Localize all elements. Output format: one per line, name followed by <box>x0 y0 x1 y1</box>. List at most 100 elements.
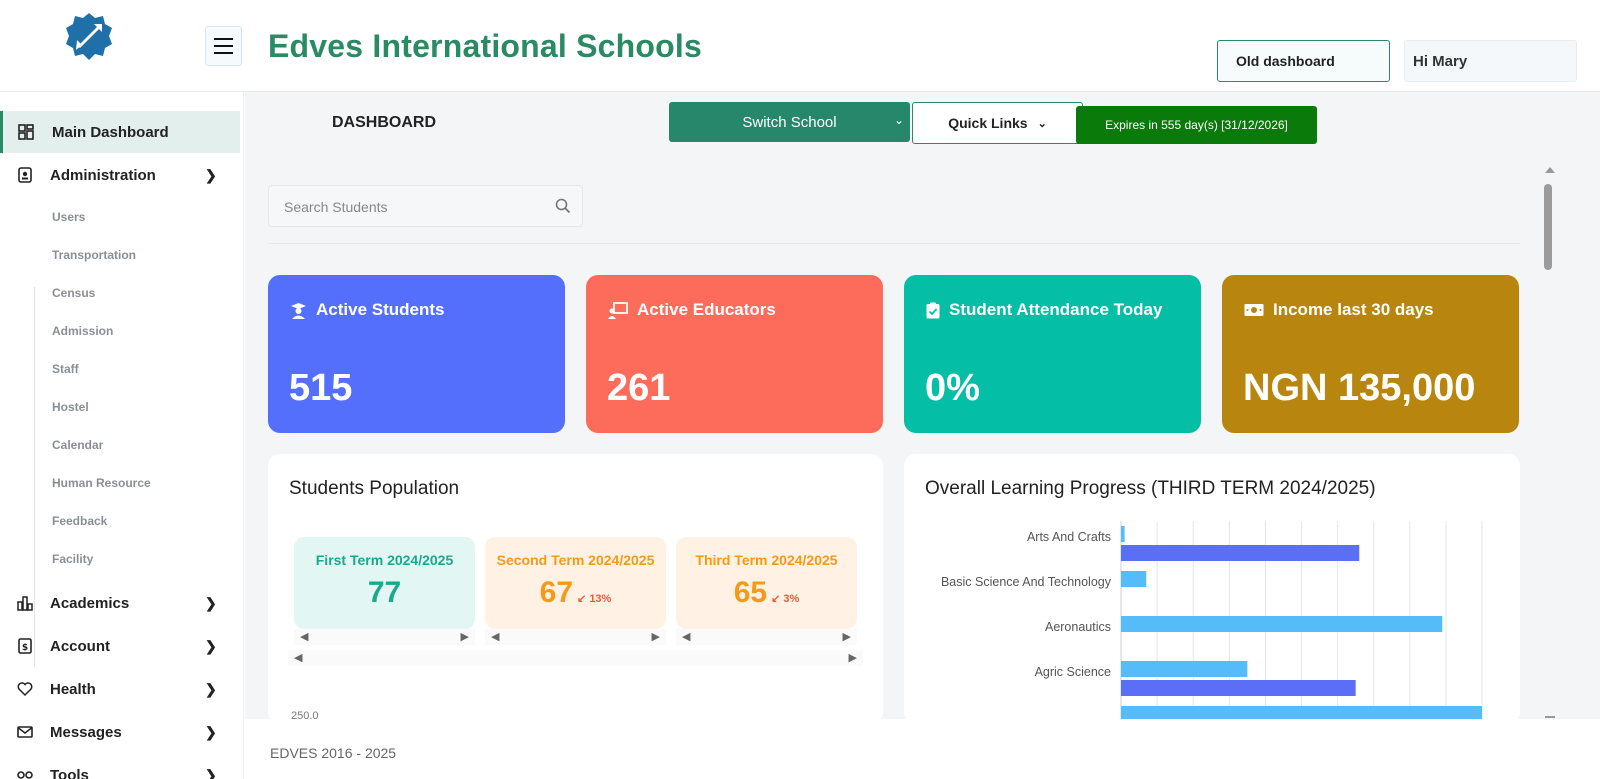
sidebar-subitem-staff[interactable]: Staff <box>52 362 79 376</box>
school-logo-icon[interactable] <box>64 12 114 64</box>
sidebar-item-label: Messages <box>50 723 122 741</box>
stat-label: Income last 30 days <box>1273 300 1434 319</box>
term-card-scrollbar[interactable]: ◀ ▶ <box>676 629 857 645</box>
sidebar-item-academics[interactable]: Academics ❯ <box>0 582 240 624</box>
chart-bar <box>1121 526 1125 542</box>
term-card-scrollbar[interactable]: ◀ ▶ <box>294 629 475 645</box>
stat-value: 0% <box>925 367 980 409</box>
scroll-thumb[interactable] <box>1544 184 1552 270</box>
chevron-right-icon: ❯ <box>205 637 217 654</box>
id-badge-icon <box>18 167 32 183</box>
educator-icon <box>608 301 628 319</box>
switch-school-select[interactable]: Switch School ⌄ <box>669 102 910 142</box>
student-icon <box>291 302 306 319</box>
chart-title: Overall Learning Progress (THIRD TERM 20… <box>925 478 1376 499</box>
footer-text: EDVES 2016 - 2025 <box>270 745 397 761</box>
chart-bar <box>1121 680 1356 696</box>
sidebar-subitem-hostel[interactable]: Hostel <box>52 400 89 414</box>
term-value: 77 <box>367 576 402 609</box>
sidebar-item-tools[interactable]: Tools ❯ <box>0 754 240 779</box>
money-icon <box>1244 304 1264 316</box>
app-title: Edves International Schools <box>268 28 702 64</box>
term-name: Third Term 2024/2025 <box>695 552 838 568</box>
bar-chart-icon <box>17 596 33 611</box>
chevron-right-icon: ❯ <box>205 680 217 697</box>
sidebar-item-label: Tools <box>50 766 89 779</box>
stat-card-active-students[interactable]: Active Students 515 <box>268 275 565 433</box>
sidebar-subitem-transportation[interactable]: Transportation <box>52 248 136 262</box>
dashboard-icon <box>18 124 34 140</box>
chevron-right-icon: ❯ <box>205 766 217 779</box>
chevron-down-icon: ⌄ <box>1037 117 1047 130</box>
stat-value: 261 <box>607 367 671 409</box>
quick-links-button[interactable]: Quick Links ⌄ <box>912 102 1083 144</box>
chevron-down-icon: ⌄ <box>893 113 904 127</box>
svg-text:$: $ <box>22 643 28 653</box>
stat-card-student-attendance[interactable]: Student Attendance Today 0% <box>904 275 1201 433</box>
chart-bar <box>1121 661 1248 677</box>
term-value: 65 ↙ 3% <box>733 576 800 609</box>
sidebar-subitem-human-resource[interactable]: Human Resource <box>52 476 151 490</box>
search-icon[interactable] <box>554 197 572 215</box>
term-card-scrollbar[interactable]: ◀ ▶ <box>485 629 666 645</box>
learning-progress-chart: Arts And Crafts Basic Science And Technol… <box>904 521 1504 721</box>
sidebar-item-health[interactable]: Health ❯ <box>0 668 240 710</box>
search-input[interactable]: Search Students <box>268 185 583 227</box>
content-scrollbar[interactable] <box>1542 165 1556 720</box>
sidebar-item-label: Main Dashboard <box>52 123 169 141</box>
learning-progress-chart-svg: Arts And Crafts Basic Science And Technol… <box>941 521 1483 721</box>
chart-category-label: Aeronautics <box>1045 620 1111 634</box>
sidebar: Main Dashboard Administration ❯ Users Tr… <box>0 92 244 779</box>
stat-card-active-educators[interactable]: Active Educators 261 <box>586 275 883 433</box>
term-card-first[interactable]: First Term 2024/2025 77 <box>294 537 475 629</box>
term-card-third[interactable]: Third Term 2024/2025 65 ↙ 3% <box>676 537 857 629</box>
sidebar-item-label: Academics <box>50 594 130 612</box>
stat-value: 515 <box>289 367 353 409</box>
stat-value: NGN 135,000 <box>1243 367 1476 409</box>
sidebar-subitem-feedback[interactable]: Feedback <box>52 514 107 528</box>
sidebar-item-label: Administration <box>50 166 156 184</box>
sidebar-subitem-users[interactable]: Users <box>52 210 85 224</box>
page-title: DASHBOARD <box>332 114 436 131</box>
clipboard-check-icon <box>926 302 940 318</box>
term-name: Second Term 2024/2025 <box>496 552 655 568</box>
top-bar: Edves International Schools Old dashboar… <box>0 0 1600 92</box>
term-row-scrollbar[interactable]: ◀ ▶ <box>288 650 863 666</box>
sidebar-item-label: Health <box>50 680 96 698</box>
divider <box>268 243 1520 244</box>
footer: EDVES 2016 - 2025 <box>245 719 1600 779</box>
subscription-expiry-badge[interactable]: Expires in 555 day(s) [31/12/2026] <box>1076 106 1317 144</box>
sidebar-subitem-facility[interactable]: Facility <box>52 552 93 566</box>
sidebar-subitem-calendar[interactable]: Calendar <box>52 438 103 452</box>
tools-icon <box>17 771 33 779</box>
chart-bar <box>1121 616 1443 632</box>
hamburger-menu-button[interactable] <box>205 26 242 66</box>
stat-label: Student Attendance Today <box>949 300 1163 319</box>
sidebar-item-label: Account <box>50 637 110 655</box>
sidebar-item-main-dashboard[interactable]: Main Dashboard <box>0 111 240 153</box>
stat-card-income[interactable]: Income last 30 days NGN 135,000 <box>1222 275 1519 433</box>
term-delta: ↙ 3% <box>771 593 800 605</box>
chevron-right-icon: ❯ <box>205 723 217 740</box>
heart-pulse-icon <box>17 682 33 697</box>
panel-title: Students Population <box>289 478 460 499</box>
scroll-up-arrow[interactable] <box>1545 167 1555 173</box>
search-placeholder: Search Students <box>284 199 388 215</box>
user-greeting[interactable]: Hi Mary <box>1404 40 1577 82</box>
chart-bar <box>1121 545 1360 561</box>
sidebar-item-administration[interactable]: Administration ❯ <box>0 154 240 196</box>
sidebar-item-messages[interactable]: Messages ❯ <box>0 711 240 753</box>
switch-school-label: Switch School <box>742 113 837 131</box>
term-name: First Term 2024/2025 <box>315 552 454 568</box>
old-dashboard-button[interactable]: Old dashboard <box>1217 40 1390 82</box>
quick-links-label: Quick Links <box>948 115 1028 131</box>
sidebar-subitem-admission[interactable]: Admission <box>52 324 113 338</box>
scroll-down-arrow[interactable] <box>1545 716 1555 718</box>
sidebar-subitem-census[interactable]: Census <box>52 286 95 300</box>
hamburger-icon <box>214 36 233 57</box>
chevron-right-icon: ❯ <box>205 594 217 611</box>
term-card-second[interactable]: Second Term 2024/2025 67 ↙ 13% <box>485 537 666 629</box>
invoice-icon: $ <box>18 638 32 654</box>
sidebar-item-account[interactable]: $ Account ❯ <box>0 625 240 667</box>
stat-label: Active Educators <box>637 300 776 319</box>
